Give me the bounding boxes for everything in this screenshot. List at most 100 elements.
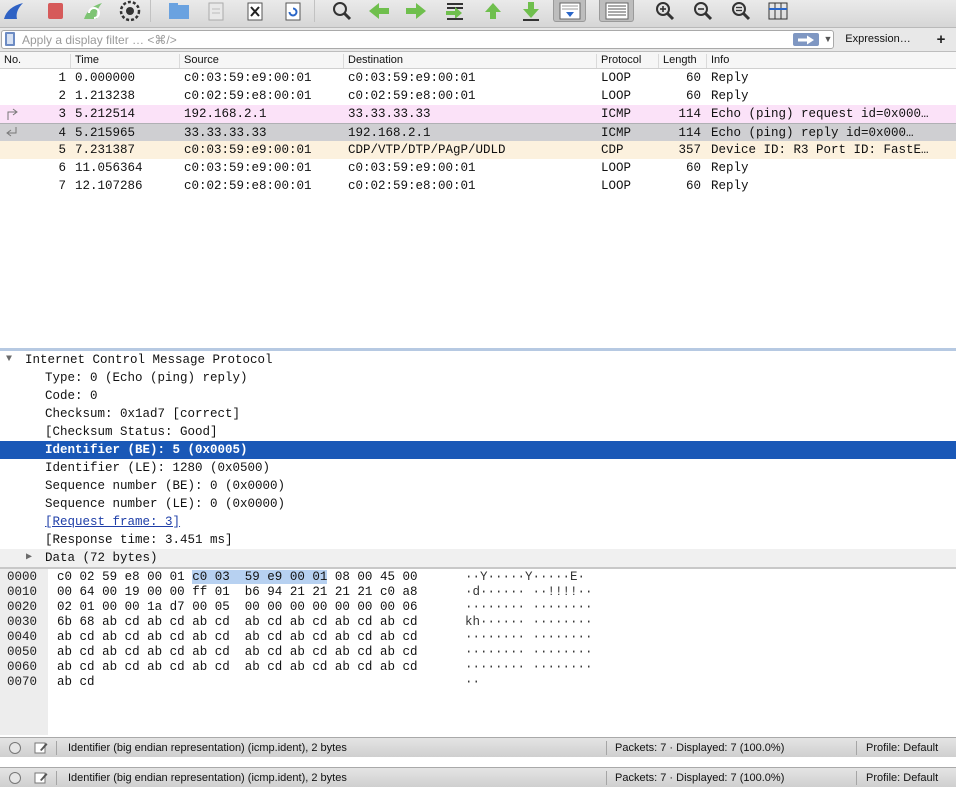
packet-row[interactable]: 4 5.215965 33.33.33.33 192.168.2.1 ICMP 114 Ec… <box>0 123 956 141</box>
bytes-row[interactable]: 0000 c0 02 59 e8 00 01 c0 03 59 e9 00 01 … <box>0 570 956 585</box>
shark-fin-start-icon[interactable] <box>0 0 26 22</box>
hex-byte[interactable]: cd <box>267 630 282 644</box>
stop-capture-icon[interactable] <box>42 0 68 22</box>
hex-byte[interactable]: cd <box>80 675 95 689</box>
column-header-length[interactable]: Length <box>658 54 706 68</box>
hex-byte[interactable]: 00 <box>170 585 185 599</box>
hex-byte[interactable]: 00 <box>192 600 207 614</box>
collapsed-triangle-icon[interactable]: ▶ <box>26 549 32 567</box>
bytes-row[interactable]: 0020 02 01 00 00 1a d7 00 05 00 00 00 00 … <box>0 600 956 615</box>
autoscroll-icon[interactable] <box>553 0 586 22</box>
hex-byte[interactable]: e9 <box>267 570 283 584</box>
tree-field[interactable]: Checksum: 0x1ad7 [correct] <box>0 405 956 423</box>
hex-byte[interactable]: 00 <box>147 570 162 584</box>
hex-byte[interactable]: ab <box>245 615 260 629</box>
hex-byte[interactable]: ab <box>147 660 162 674</box>
hex-byte[interactable]: 08 <box>335 570 350 584</box>
hex-byte[interactable]: ab <box>245 645 260 659</box>
hex-byte[interactable]: ab <box>57 630 72 644</box>
save-file-icon[interactable] <box>203 0 229 22</box>
hex-byte[interactable]: ab <box>380 630 395 644</box>
expert-info-icon[interactable] <box>9 742 21 754</box>
hex-byte[interactable]: 00 <box>267 600 282 614</box>
column-header-destination[interactable]: Destination <box>343 54 596 68</box>
packet-row[interactable]: 5 7.231387 c0:03:59:e9:00:01 CDP/VTP/DTP/PA… <box>0 141 956 159</box>
bytes-row[interactable]: 0060 ab cd ab cd ab cd ab cd ab cd ab cd … <box>0 660 956 675</box>
hex-byte[interactable]: cd <box>215 615 230 629</box>
normal-size-icon[interactable] <box>728 0 754 22</box>
hex-byte[interactable]: ab <box>380 615 395 629</box>
zoom-in-icon[interactable] <box>652 0 678 22</box>
tree-field[interactable]: Code: 0 <box>0 387 956 405</box>
bytes-row[interactable]: 0010 00 64 00 19 00 00 ff 01 b6 94 21 21 … <box>0 585 956 600</box>
hex-byte[interactable]: 00 <box>312 600 327 614</box>
hex-byte[interactable]: 00 <box>290 600 305 614</box>
go-forward-icon[interactable] <box>403 0 429 22</box>
reload-file-icon[interactable] <box>280 0 306 22</box>
hex-byte[interactable]: cd <box>357 615 372 629</box>
hex-byte[interactable]: ab <box>57 645 72 659</box>
hex-byte[interactable]: ab <box>335 630 350 644</box>
tree-node-icmp[interactable]: ▼ Internet Control Message Protocol <box>0 351 956 369</box>
hex-byte[interactable]: 21 <box>335 585 350 599</box>
bytes-row[interactable]: 0070 ab cd ·· <box>0 675 956 690</box>
hex-byte[interactable]: 00 <box>57 585 72 599</box>
hex-byte[interactable]: ab <box>57 675 72 689</box>
hex-byte[interactable]: cd <box>80 645 95 659</box>
hex-byte[interactable]: 05 <box>215 600 230 614</box>
expanded-triangle-icon[interactable]: ▼ <box>6 351 12 369</box>
hex-byte[interactable]: d7 <box>170 600 185 614</box>
tree-field[interactable]: Sequence number (BE): 0 (0x0000) <box>0 477 956 495</box>
hex-byte[interactable]: ff <box>192 585 207 599</box>
hex-byte[interactable]: ab <box>245 660 260 674</box>
tree-field[interactable]: [Request frame: 3] <box>0 513 956 531</box>
hex-byte[interactable]: ab <box>57 660 72 674</box>
status-profile[interactable]: Profile: Default <box>866 768 938 788</box>
hex-byte[interactable]: a8 <box>402 585 417 599</box>
bytes-row[interactable]: 0030 6b 68 ab cd ab cd ab cd ab cd ab cd … <box>0 615 956 630</box>
hex-byte[interactable]: cd <box>125 645 140 659</box>
hex-byte[interactable]: cd <box>215 660 230 674</box>
tree-field[interactable]: [Checksum Status: Good] <box>0 423 956 441</box>
hex-byte[interactable]: cd <box>312 645 327 659</box>
hex-byte[interactable]: 00 <box>289 570 305 584</box>
go-to-packet-icon[interactable] <box>442 0 468 22</box>
hex-byte[interactable]: 19 <box>125 585 140 599</box>
hex-byte[interactable]: 94 <box>267 585 282 599</box>
hex-byte[interactable]: c0 <box>192 570 208 584</box>
tree-field[interactable]: Type: 0 (Echo (ping) reply) <box>0 369 956 387</box>
tree-node-data[interactable]: ▶ Data (72 bytes) <box>0 549 956 567</box>
tree-field[interactable]: [Response time: 3.451 ms] <box>0 531 956 549</box>
hex-byte[interactable]: 21 <box>312 585 327 599</box>
expert-info-icon[interactable] <box>9 772 21 784</box>
hex-byte[interactable]: cd <box>125 630 140 644</box>
status-profile[interactable]: Profile: Default <box>866 738 938 758</box>
capture-comment-icon[interactable] <box>34 741 48 754</box>
hex-byte[interactable]: cd <box>267 615 282 629</box>
hex-byte[interactable]: c0 <box>380 585 395 599</box>
bookmark-icon[interactable] <box>5 32 15 46</box>
hex-byte[interactable]: 00 <box>147 585 162 599</box>
packet-row[interactable]: 3 5.212514 192.168.2.1 33.33.33.33 ICMP 114 Ec… <box>0 105 956 123</box>
hex-byte[interactable]: cd <box>402 660 417 674</box>
hex-byte[interactable]: 59 <box>244 570 260 584</box>
column-header-protocol[interactable]: Protocol <box>596 54 658 68</box>
hex-byte[interactable]: ab <box>147 615 162 629</box>
hex-byte[interactable]: ab <box>102 615 117 629</box>
packet-row[interactable]: 6 11.056364 c0:03:59:e9:00:01 c0:03:59:e9:0… <box>0 159 956 177</box>
hex-byte[interactable]: 01 <box>80 600 95 614</box>
column-header-info[interactable]: Info <box>706 54 956 68</box>
hex-byte[interactable]: 00 <box>357 570 372 584</box>
packet-row[interactable]: 7 12.107286 c0:02:59:e8:00:01 c0:02:59:e8:0… <box>0 177 956 195</box>
zoom-out-icon[interactable] <box>690 0 716 22</box>
go-first-packet-icon[interactable] <box>480 0 506 22</box>
hex-byte[interactable]: cd <box>170 660 185 674</box>
hex-byte[interactable]: cd <box>312 630 327 644</box>
hex-byte[interactable]: ab <box>290 615 305 629</box>
hex-byte[interactable]: 45 <box>380 570 395 584</box>
hex-byte[interactable]: ab <box>147 630 162 644</box>
hex-byte[interactable]: ab <box>102 645 117 659</box>
hex-byte[interactable]: cd <box>357 630 372 644</box>
hex-byte[interactable]: ab <box>380 660 395 674</box>
hex-byte[interactable]: 00 <box>102 600 117 614</box>
